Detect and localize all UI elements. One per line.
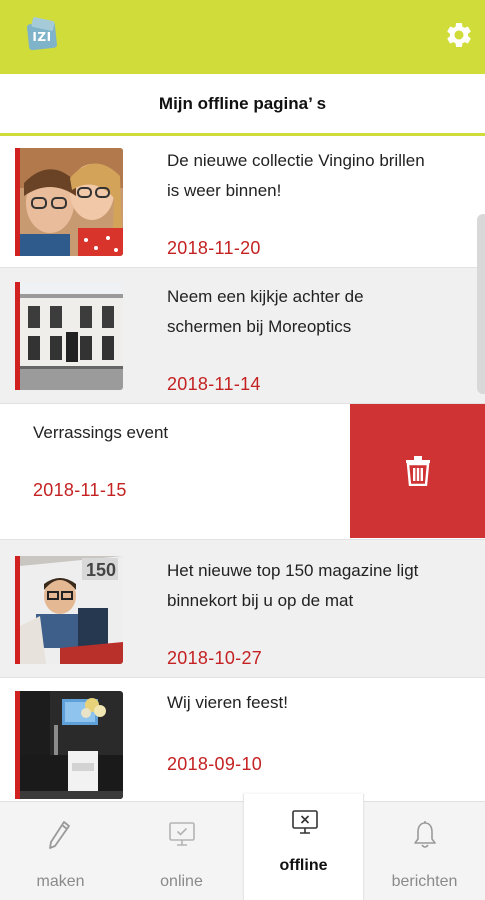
tab-maken[interactable]: maken [0,802,121,900]
logo-text: IZI [32,30,52,44]
list-item[interactable]: Neem een kijkje achter de schermen bij M… [0,268,485,404]
gear-icon[interactable] [444,20,474,50]
item-date: 2018-11-20 [167,238,261,258]
photo-building-image [20,282,123,390]
item-thumbnail [15,691,123,799]
tab-label: online [160,873,203,890]
tab-berichten[interactable]: berichten [364,802,485,900]
photo-party-image [20,691,123,799]
svg-text:150: 150 [86,560,116,580]
item-date: 2018-09-10 [167,754,263,774]
list-item[interactable]: Wij vieren feest! 2018-09-10 [0,678,485,801]
page-title-bar: Mijn offline pagina’ s [0,74,485,136]
scroll-indicator[interactable] [477,214,485,394]
item-headline: Het nieuwe top 150 magazine ligt binneko… [167,561,419,610]
item-date: 2018-11-15 [33,480,127,500]
item-headline: Neem een kijkje achter de schermen bij M… [167,287,364,336]
item-thumbnail [15,148,123,256]
delete-button[interactable] [350,404,485,538]
tab-label: offline [279,857,328,874]
offline-page-list: De nieuwe collectie Vingino brillen is w… [0,136,485,801]
item-headline: Wij vieren feest! [167,693,288,712]
monitor-check-icon [169,822,195,846]
pencil-icon [49,821,70,849]
item-thumbnail: 150 [15,556,123,664]
item-headline: Verrassings event [33,423,169,442]
app-logo: IZI [24,16,60,55]
item-date: 2018-10-27 [167,648,263,668]
item-headline: De nieuwe collectie Vingino brillen is w… [167,151,425,200]
bell-icon [414,821,436,848]
app-bar: IZI [0,0,485,74]
list-item[interactable]: 150 Het nieuwe top 150 magazine ligt bin… [0,540,485,678]
tab-label: maken [36,873,85,890]
photo-magazine-image: 150 [20,556,123,664]
list-item-swiped[interactable]: Verrassings event 2018-11-15 [0,404,485,540]
tab-offline[interactable]: offline [243,794,364,900]
item-date: 2018-11-14 [167,374,261,394]
page-title: Mijn offline pagina’ s [158,94,327,113]
bottom-navigation: maken online offline berichten [0,794,485,900]
list-item[interactable]: De nieuwe collectie Vingino brillen is w… [0,136,485,268]
photo-kids-glasses-image [20,148,123,256]
monitor-x-icon [292,810,318,834]
trash-icon [406,456,430,486]
tab-online[interactable]: online [121,802,242,900]
item-thumbnail [15,282,123,390]
tab-label: berichten [391,873,458,890]
